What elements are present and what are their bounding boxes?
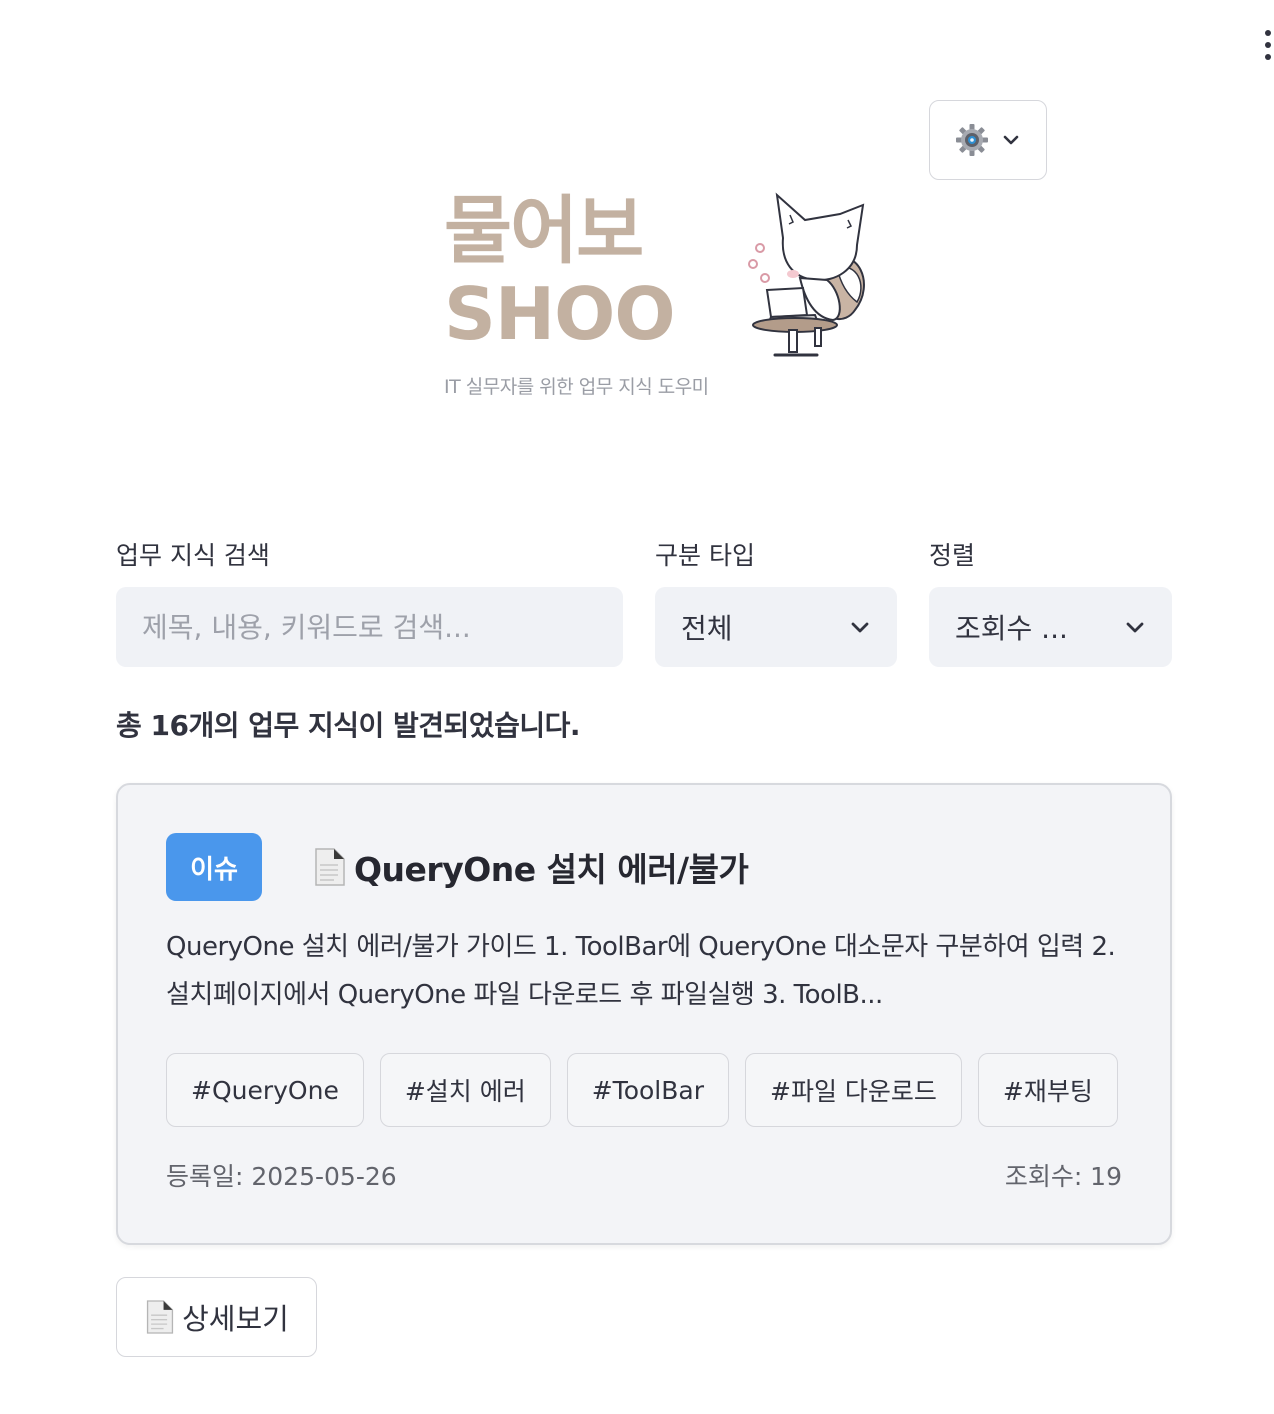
search-label: 업무 지식 검색 <box>116 541 270 570</box>
kebab-menu-icon[interactable] <box>1256 30 1274 60</box>
logo-tagline: IT 실무자를 위한 업무 지식 도우미 <box>444 376 709 398</box>
gear-icon <box>956 124 988 156</box>
type-label: 구분 타입 <box>655 541 755 570</box>
type-select-value: 전체 <box>681 612 733 645</box>
view-detail-button[interactable]: 상세보기 <box>116 1277 317 1357</box>
chevron-down-icon <box>1003 135 1019 145</box>
tag-chip[interactable]: #설치 에러 <box>379 1053 551 1127</box>
card-title-row: QueryOne 설치 에러/불가 <box>312 843 749 891</box>
settings-dropdown-button[interactable] <box>929 100 1047 180</box>
knowledge-card: 이슈 QueryOne 설치 에러/불가 QueryOne 설치 에러/불가 가… <box>116 783 1172 1245</box>
category-badge: 이슈 <box>166 833 262 901</box>
search-input[interactable] <box>116 587 623 667</box>
document-icon <box>315 848 345 886</box>
logo-title-kr: 물어보 <box>444 188 644 274</box>
chevron-down-icon <box>851 622 869 633</box>
tag-chip[interactable]: #재부팅 <box>977 1053 1118 1127</box>
tag-chip[interactable]: #파일 다운로드 <box>745 1053 962 1127</box>
tag-chip[interactable]: #ToolBar <box>566 1053 729 1127</box>
sort-select-value: 조회수 ... <box>955 612 1068 645</box>
registered-date: 등록일: 2025-05-26 <box>166 1162 397 1191</box>
card-description: QueryOne 설치 에러/불가 가이드 1. ToolBar에 QueryO… <box>166 932 1116 1010</box>
app-logo: 물어보 SHOO IT 실무자를 위한 업무 지식 도우미 <box>440 190 880 405</box>
fox-with-laptop-illustration <box>748 192 865 357</box>
results-summary: 총 16개의 업무 지식이 발견되었습니다. <box>116 709 581 742</box>
view-count: 조회수: 19 <box>1004 1162 1122 1191</box>
tag-list: #QueryOne #설치 에러 #ToolBar #파일 다운로드 #재부팅 <box>166 1053 1118 1127</box>
sort-label: 정렬 <box>929 541 976 570</box>
view-detail-label: 상세보기 <box>182 1302 289 1336</box>
card-title[interactable]: QueryOne 설치 에러/불가 <box>354 843 749 891</box>
sort-select[interactable]: 조회수 ... <box>929 587 1172 667</box>
document-icon <box>147 1300 174 1334</box>
logo-title-en: SHOO <box>444 272 676 356</box>
type-select[interactable]: 전체 <box>655 587 897 667</box>
tag-chip[interactable]: #QueryOne <box>166 1053 364 1127</box>
chevron-down-icon <box>1126 622 1144 633</box>
